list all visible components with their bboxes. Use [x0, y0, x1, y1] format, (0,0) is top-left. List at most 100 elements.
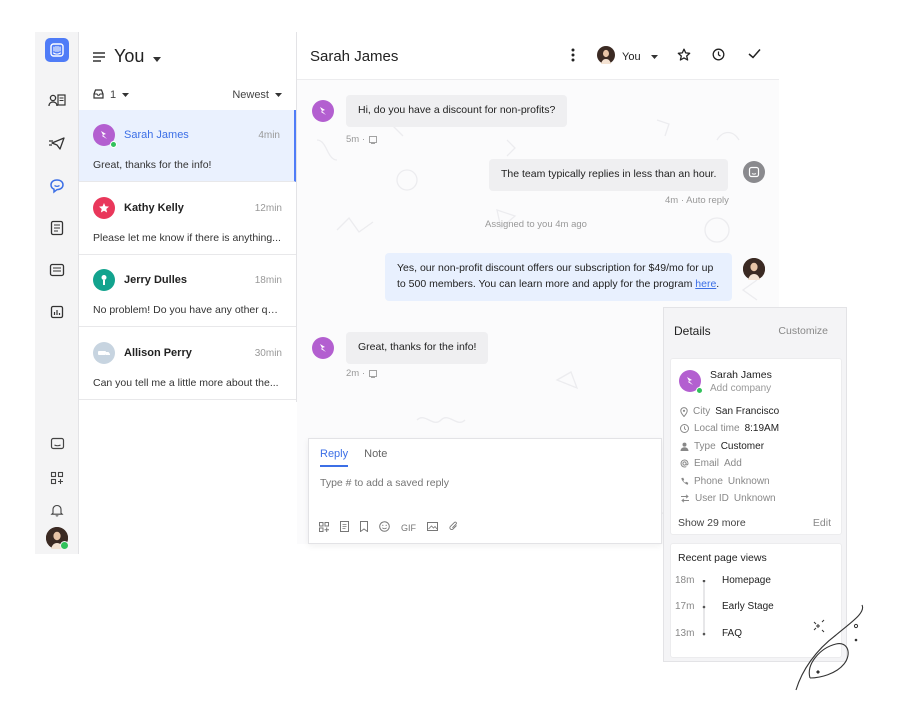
- conversation-time: 30min: [254, 347, 282, 359]
- more-options-icon[interactable]: [571, 48, 575, 62]
- attr-label: Type: [694, 441, 716, 452]
- attr-phone: Phone Unknown: [680, 476, 770, 487]
- tab-note[interactable]: Note: [364, 448, 387, 467]
- recent-page-views-title: Recent page views: [678, 552, 767, 564]
- user-avatar[interactable]: [35, 522, 79, 554]
- online-indicator: [696, 387, 703, 394]
- messenger-icon[interactable]: [35, 428, 79, 460]
- attr-value: Customer: [720, 441, 765, 452]
- attr-value[interactable]: Add: [724, 458, 742, 469]
- tab-reply[interactable]: Reply: [320, 448, 349, 467]
- filter-count: 1: [110, 89, 117, 101]
- conversation-item-kathy-kelly[interactable]: Kathy Kelly 12min Please let me know if …: [79, 183, 296, 255]
- star-icon[interactable]: [677, 48, 691, 62]
- assignee-avatar-icon: [597, 46, 615, 67]
- avatar: [93, 197, 115, 219]
- inbox-title: You: [114, 46, 145, 66]
- view-page[interactable]: Homepage: [722, 575, 771, 586]
- clock-icon: [680, 424, 689, 433]
- view-page[interactable]: FAQ: [722, 628, 742, 639]
- inbox-filter-row: 1 Newest: [93, 87, 282, 103]
- articles-icon[interactable]: [35, 212, 79, 244]
- status-filter[interactable]: 1: [93, 88, 130, 102]
- message-bubble-customer: Hi, do you have a discount for non-profi…: [346, 95, 568, 127]
- reply-input[interactable]: [318, 476, 648, 490]
- attr-value: San Francisco: [715, 406, 780, 417]
- bot-avatar: [743, 161, 765, 183]
- attr-city: City San Francisco: [680, 406, 779, 417]
- chevron-down-icon: [650, 54, 658, 59]
- emoji-icon[interactable]: [379, 521, 390, 534]
- view-time: 13m: [675, 628, 695, 639]
- menu-icon[interactable]: [93, 46, 105, 67]
- message-timestamp: 2m ·: [346, 368, 365, 379]
- message-meta: 2m ·: [346, 368, 377, 379]
- inbox-header[interactable]: You: [93, 46, 162, 67]
- message-text-end: .: [716, 277, 720, 290]
- composer-toolbar: GIF: [319, 521, 459, 534]
- assignee-dropdown[interactable]: You: [597, 46, 658, 67]
- article-icon[interactable]: [340, 521, 349, 534]
- avatar: [93, 342, 115, 364]
- contact-name: Kathy Kelly: [124, 202, 184, 214]
- conversation-item-jerry-dulles[interactable]: Jerry Dulles 18min No problem! Do you ha…: [79, 255, 296, 327]
- conversation-preview: Great, thanks for the info!: [93, 159, 212, 171]
- view-time: 17m: [675, 601, 695, 612]
- edit-button[interactable]: Edit: [813, 517, 831, 529]
- system-event: Assigned to you 4m ago: [485, 219, 587, 230]
- saved-reply-bookmark-icon[interactable]: [360, 521, 368, 534]
- message-meta: 5m ·: [346, 134, 377, 145]
- location-pin-icon: [680, 406, 688, 417]
- contact-avatar: [679, 370, 703, 394]
- seen-icon: [369, 135, 377, 144]
- apps-icon[interactable]: [319, 521, 329, 534]
- show-more-link[interactable]: Show 29 more: [678, 517, 746, 529]
- conversation-item-sarah-james[interactable]: Sarah James 4min Great, thanks for the i…: [79, 110, 296, 182]
- contact-name: Allison Perry: [124, 347, 192, 359]
- image-icon[interactable]: [427, 522, 438, 533]
- intercom-logo[interactable]: [35, 34, 79, 66]
- seen-icon: [369, 369, 377, 378]
- program-link[interactable]: here: [695, 278, 716, 290]
- message-bubble-auto-reply: The team typically replies in less than …: [489, 159, 729, 191]
- attr-label: City: [693, 406, 711, 417]
- add-company-link[interactable]: Add company: [710, 383, 771, 394]
- conversation-time: 18min: [254, 274, 282, 286]
- swap-arrows-icon: [681, 494, 689, 503]
- close-conversation-check-icon[interactable]: [748, 48, 761, 59]
- message-bubble-customer: Great, thanks for the info!: [346, 332, 489, 364]
- contact-name[interactable]: Sarah James: [710, 369, 772, 381]
- chevron-down-icon: [275, 93, 282, 97]
- attr-value: 8:19AM: [744, 423, 780, 434]
- customize-link[interactable]: Customize: [778, 325, 828, 337]
- person-icon: [680, 442, 689, 451]
- reply-composer: Reply Note GIF: [308, 438, 662, 544]
- avatar: [93, 124, 117, 148]
- attr-value: Unknown: [727, 476, 770, 487]
- conversation-preview: Please let me know if there is anything.…: [93, 232, 281, 244]
- contact-name: Sarah James: [124, 129, 189, 141]
- inbox-list-panel: You 1 Newest Sarah James 4min Great, tha…: [79, 32, 297, 402]
- reports-icon[interactable]: [35, 296, 79, 328]
- agent-avatar: [743, 258, 765, 280]
- at-sign-icon: [680, 459, 689, 468]
- chevron-down-icon: [122, 93, 130, 97]
- snooze-clock-icon[interactable]: [712, 48, 725, 61]
- gif-button[interactable]: GIF: [401, 523, 416, 533]
- contacts-icon[interactable]: [35, 84, 79, 116]
- messages-icon[interactable]: [35, 254, 79, 286]
- contact-card: Sarah James Add company City San Francis…: [670, 358, 842, 535]
- attachment-icon[interactable]: [449, 521, 459, 534]
- view-time: 18m: [675, 575, 695, 586]
- inbox-chat-icon[interactable]: [35, 170, 79, 202]
- conversation-item-allison-perry[interactable]: Allison Perry 30min Can you tell me a li…: [79, 328, 296, 400]
- attr-email: Email Add: [680, 458, 742, 469]
- view-page[interactable]: Early Stage: [722, 601, 774, 612]
- sort-dropdown[interactable]: Newest: [232, 89, 282, 101]
- attr-type: Type Customer: [680, 441, 764, 452]
- message-meta: 4m · Auto reply: [665, 195, 729, 206]
- message-timestamp: 5m ·: [346, 134, 365, 145]
- apps-icon[interactable]: [35, 462, 79, 494]
- outbound-icon[interactable]: [35, 127, 79, 159]
- avatar: [93, 269, 115, 291]
